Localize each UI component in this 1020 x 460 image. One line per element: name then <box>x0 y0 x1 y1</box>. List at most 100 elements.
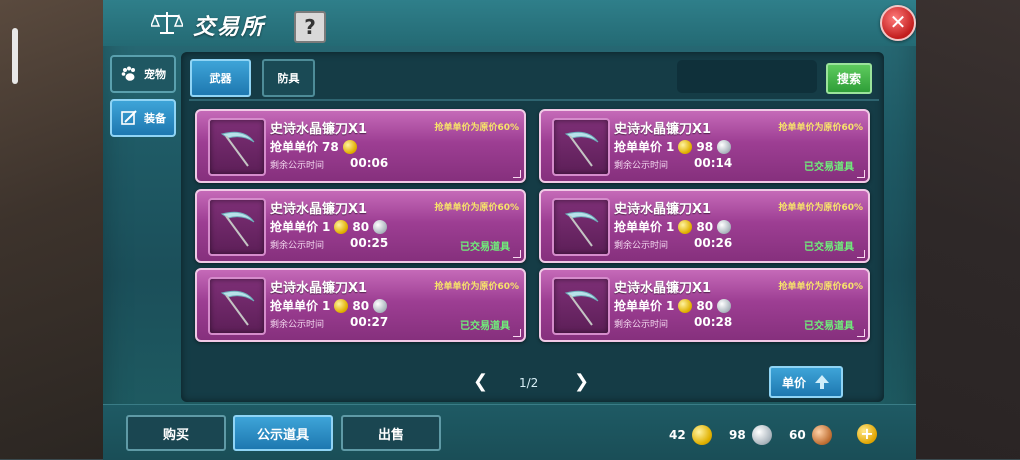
silver-coin-icon <box>373 219 388 234</box>
copper-balance-value: 60 <box>789 428 806 442</box>
silver-balance: 98 <box>729 425 772 445</box>
search-input[interactable] <box>677 60 817 93</box>
sell-button[interactable]: 出售 <box>341 415 441 451</box>
traded-status: 已交易道具 <box>804 162 854 173</box>
remaining-time: 00:27 <box>350 315 389 329</box>
gold-coin-icon <box>334 219 349 234</box>
gold-amount: 1 <box>666 298 675 313</box>
traded-status: 已交易道具 <box>460 242 510 253</box>
gold-amount: 1 <box>322 219 331 234</box>
search-button[interactable]: 搜索 <box>826 63 872 94</box>
prev-page-button[interactable]: ❮ <box>473 371 488 392</box>
listing-card[interactable]: 史诗水晶镰刀X1 抢单单价为原价60% 抢单单价 1 80 剩余公示时间 00:… <box>539 189 870 263</box>
price-note: 抢单单价为原价60% <box>778 123 863 133</box>
page-title: 交易所 <box>193 15 266 40</box>
side-drawer-handle[interactable] <box>12 28 18 84</box>
public-items-button[interactable]: 公示道具 <box>233 415 333 451</box>
silver-amount: 80 <box>352 219 370 234</box>
silver-amount: 80 <box>696 298 714 313</box>
sort-by-price-button[interactable]: 单价 <box>769 366 843 398</box>
unit-price: 抢单单价 1 80 <box>614 297 732 314</box>
time-label: 剩余公示时间 <box>270 320 325 330</box>
pagination: ❮ 1/2 ❯ <box>473 371 589 395</box>
price-label: 抢单单价 <box>270 299 319 313</box>
unit-price: 抢单单价 1 80 <box>614 218 732 235</box>
listing-card[interactable]: 史诗水晶镰刀X1 抢单单价为原价60% 抢单单价 1 80 剩余公示时间 00:… <box>539 268 870 342</box>
listing-card[interactable]: 史诗水晶镰刀X1 抢单单价为原价60% 抢单单价 78 剩余公示时间 00:06 <box>195 109 526 183</box>
title-bar: 交易所 ? ✕ <box>103 0 916 46</box>
copper-coin-icon <box>811 425 832 445</box>
item-thumbnail <box>552 198 610 256</box>
price-note: 抢单单价为原价60% <box>434 203 519 213</box>
price-label: 抢单单价 <box>614 140 663 154</box>
unit-price: 抢单单价 78 <box>270 138 357 155</box>
close-button[interactable]: ✕ <box>880 5 916 41</box>
listing-card[interactable]: 史诗水晶镰刀X1 抢单单价为原价60% 抢单单价 1 80 剩余公示时间 00:… <box>195 268 526 342</box>
add-currency-button[interactable]: + <box>857 424 877 444</box>
gold-amount: 1 <box>666 139 675 154</box>
listing-card[interactable]: 史诗水晶镰刀X1 抢单单价为原价60% 抢单单价 1 80 剩余公示时间 00:… <box>195 189 526 263</box>
side-tab-equipment[interactable]: 装备 <box>110 99 176 137</box>
copper-balance: 60 <box>789 425 832 445</box>
corner-marker <box>513 170 521 178</box>
item-name: 史诗水晶镰刀X1 <box>614 122 712 137</box>
price-label: 抢单单价 <box>614 299 663 313</box>
time-label: 剩余公示时间 <box>614 161 669 171</box>
page-indicator: 1/2 <box>519 376 539 390</box>
time-label: 剩余公示时间 <box>270 161 325 171</box>
silver-coin-icon <box>717 298 732 313</box>
buy-button[interactable]: 购买 <box>126 415 226 451</box>
paw-icon <box>121 66 135 81</box>
silver-balance-value: 98 <box>729 428 746 442</box>
gold-amount: 78 <box>322 139 339 154</box>
unit-price: 抢单单价 1 98 <box>614 138 732 155</box>
silver-amount: 98 <box>696 139 714 154</box>
side-tab-pet-label: 宠物 <box>144 68 166 81</box>
scythe-icon <box>220 290 255 326</box>
gold-amount: 1 <box>322 298 331 313</box>
price-label: 抢单单价 <box>270 140 319 154</box>
corner-marker <box>857 329 865 337</box>
next-page-button[interactable]: ❯ <box>574 371 589 392</box>
silver-coin-icon <box>717 139 732 154</box>
listing-card[interactable]: 史诗水晶镰刀X1 抢单单价为原价60% 抢单单价 1 98 剩余公示时间 00:… <box>539 109 870 183</box>
corner-marker <box>513 250 521 258</box>
remaining-time: 00:14 <box>694 156 733 170</box>
gold-balance-value: 42 <box>669 428 686 442</box>
time-label: 剩余公示时间 <box>614 241 669 251</box>
item-name: 史诗水晶镰刀X1 <box>614 281 712 296</box>
scythe-icon <box>220 211 255 247</box>
silver-amount: 80 <box>352 298 370 313</box>
gold-coin-icon <box>342 139 357 154</box>
gold-amount: 1 <box>666 219 675 234</box>
listing-area: 武器 防具 搜索 史诗水晶镰刀X1 抢单单价为原价60% 抢单单价 78 剩余公… <box>181 52 884 402</box>
help-button[interactable]: ? <box>294 11 326 43</box>
traded-status: 已交易道具 <box>460 321 510 332</box>
scythe-icon <box>220 131 255 167</box>
time-label: 剩余公示时间 <box>270 241 325 251</box>
trading-post-panel: 交易所 ? ✕ 宠物 装备 武器 防具 搜索 史诗水晶镰刀X1 抢单单价为原价6… <box>103 0 916 460</box>
tab-armor[interactable]: 防具 <box>262 59 315 97</box>
gold-coin-icon <box>334 298 349 313</box>
gold-coin-icon <box>678 139 693 154</box>
corner-marker <box>857 250 865 258</box>
silver-coin-icon <box>751 425 772 445</box>
time-label: 剩余公示时间 <box>614 320 669 330</box>
equipment-icon <box>121 110 137 125</box>
gold-coin-icon <box>691 425 712 445</box>
scale-icon <box>151 12 183 34</box>
sort-label: 单价 <box>781 375 806 390</box>
silver-coin-icon <box>717 219 732 234</box>
price-note: 抢单单价为原价60% <box>778 282 863 292</box>
item-name: 史诗水晶镰刀X1 <box>270 202 368 217</box>
gold-coin-icon <box>678 298 693 313</box>
price-label: 抢单单价 <box>270 220 319 234</box>
tab-weapon[interactable]: 武器 <box>190 59 251 97</box>
traded-status: 已交易道具 <box>804 321 854 332</box>
silver-amount: 80 <box>696 219 714 234</box>
side-tab-pet[interactable]: 宠物 <box>110 55 176 93</box>
item-thumbnail <box>208 118 266 176</box>
item-thumbnail <box>552 118 610 176</box>
divider <box>189 99 879 101</box>
item-thumbnail <box>208 277 266 335</box>
